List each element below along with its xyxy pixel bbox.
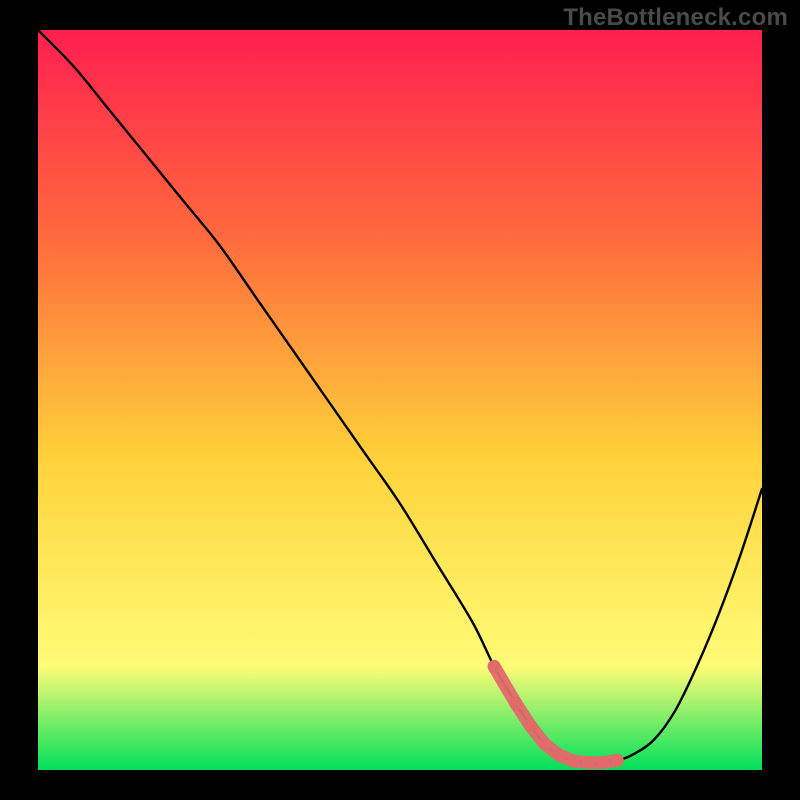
chart-svg xyxy=(38,30,762,770)
marker-dot xyxy=(509,697,522,710)
marker-dot xyxy=(538,738,551,751)
gradient-background xyxy=(38,30,762,770)
marker-dot xyxy=(524,719,537,732)
marker-dot xyxy=(596,756,609,769)
marker-dot xyxy=(582,756,595,769)
marker-dot xyxy=(488,660,501,673)
marker-dot xyxy=(567,755,580,768)
plot-area xyxy=(38,30,762,770)
marker-dot xyxy=(611,754,624,767)
chart-frame: TheBottleneck.com xyxy=(0,0,800,800)
watermark-text: TheBottleneck.com xyxy=(563,4,788,32)
marker-dot xyxy=(553,749,566,762)
